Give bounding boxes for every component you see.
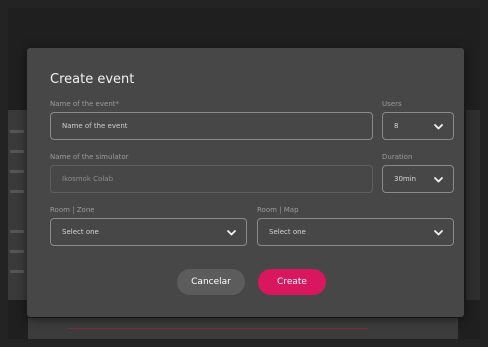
cancel-button[interactable]: Cancelar bbox=[177, 269, 245, 295]
event-name-input[interactable] bbox=[51, 113, 372, 139]
chevron-down-icon bbox=[434, 177, 443, 183]
background-stripe bbox=[10, 130, 24, 133]
room-map-select[interactable]: Select one bbox=[257, 218, 454, 246]
simulator-field[interactable] bbox=[50, 165, 373, 193]
duration-value: 30min bbox=[394, 175, 417, 183]
background-stripe bbox=[10, 170, 24, 173]
room-map-label: Room | Map bbox=[257, 206, 299, 214]
background-left-panel bbox=[8, 110, 28, 300]
duration-select[interactable]: 30min bbox=[382, 165, 454, 193]
background-stripe bbox=[10, 150, 24, 153]
chevron-down-icon bbox=[227, 230, 236, 236]
duration-label: Duration bbox=[382, 153, 413, 161]
room-zone-label: Room | Zone bbox=[50, 206, 95, 214]
background-stripe bbox=[10, 190, 24, 193]
background-stripe bbox=[10, 250, 24, 253]
users-select[interactable]: 8 bbox=[382, 112, 454, 140]
background-bottom-strip bbox=[28, 318, 458, 339]
event-name-field[interactable] bbox=[50, 112, 373, 140]
room-zone-select[interactable]: Select one bbox=[50, 218, 247, 246]
create-button[interactable]: Create bbox=[258, 269, 326, 295]
background-stripe bbox=[10, 270, 24, 273]
chevron-down-icon bbox=[434, 124, 443, 130]
chevron-down-icon bbox=[434, 230, 443, 236]
background-stripe bbox=[10, 230, 24, 233]
create-event-modal: Create event Name of the event* Users 8 … bbox=[27, 48, 464, 317]
users-label: Users bbox=[382, 100, 402, 108]
modal-title: Create event bbox=[50, 72, 135, 87]
simulator-label: Name of the simulator bbox=[50, 153, 129, 161]
room-map-value: Select one bbox=[269, 228, 306, 236]
background-line bbox=[68, 328, 368, 329]
users-value: 8 bbox=[394, 122, 399, 130]
room-zone-value: Select one bbox=[62, 228, 99, 236]
simulator-input[interactable] bbox=[51, 166, 372, 192]
event-name-label: Name of the event* bbox=[50, 100, 119, 108]
background-right-panel bbox=[466, 110, 480, 300]
